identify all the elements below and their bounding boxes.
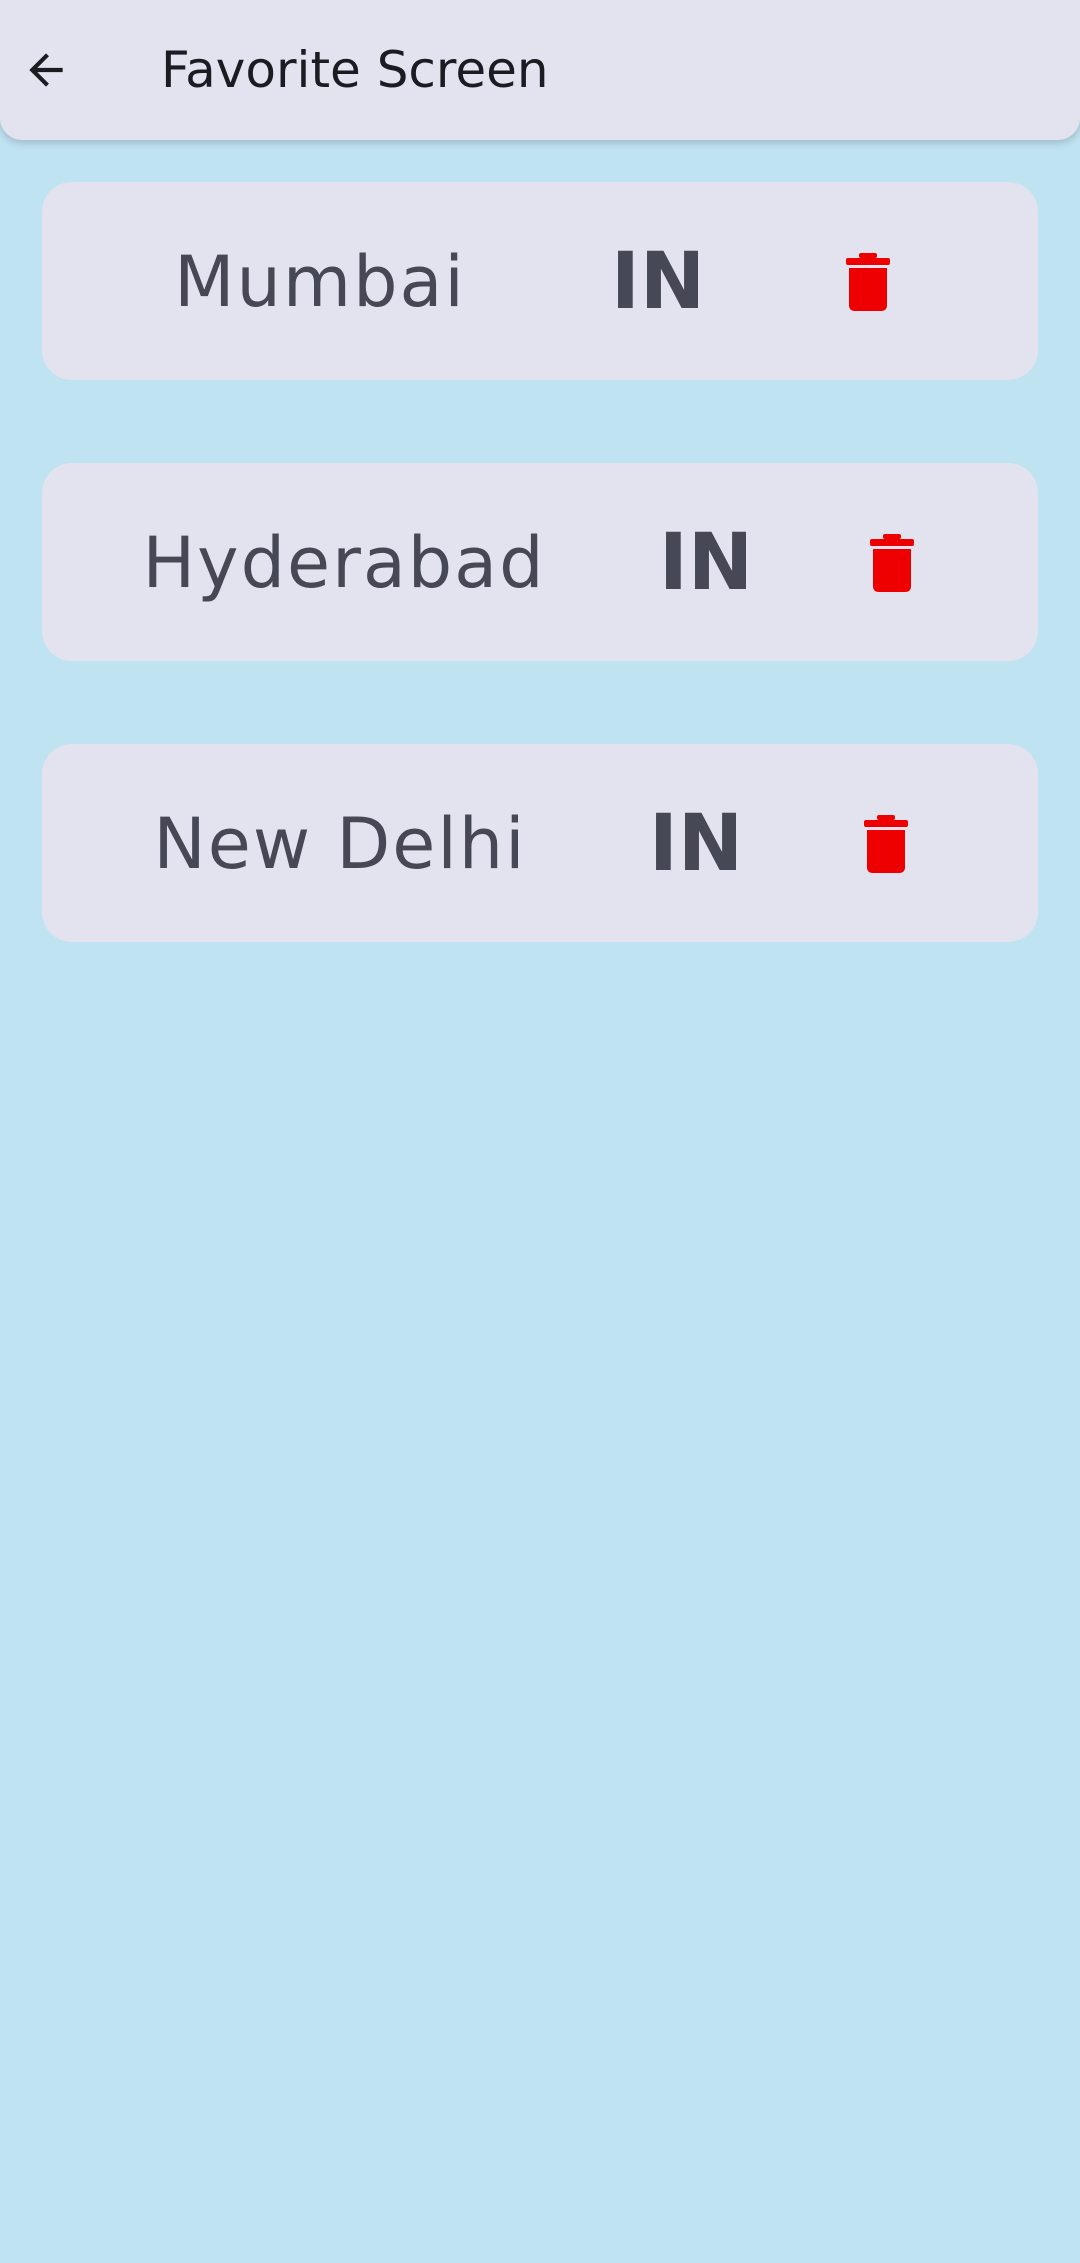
favorite-card[interactable]: Hyderabad IN xyxy=(42,463,1038,661)
app-bar: Favorite Screen xyxy=(0,0,1080,140)
city-name: Hyderabad xyxy=(142,522,546,604)
country-code: IN xyxy=(658,518,754,608)
city-name: Mumbai xyxy=(174,241,466,323)
back-button[interactable] xyxy=(12,34,80,106)
arrow-back-icon xyxy=(29,53,63,87)
favorite-card[interactable]: New Delhi IN xyxy=(42,744,1038,942)
delete-button[interactable] xyxy=(852,521,932,605)
country-code: IN xyxy=(648,799,744,889)
page-title: Favorite Screen xyxy=(161,41,549,99)
favorites-list: Mumbai IN Hyderabad IN New Delhi IN xyxy=(42,182,1038,1025)
delete-button[interactable] xyxy=(846,802,926,886)
favorite-card[interactable]: Mumbai IN xyxy=(42,182,1038,380)
city-name: New Delhi xyxy=(153,803,527,885)
trash-icon xyxy=(870,534,914,592)
trash-icon xyxy=(864,815,908,873)
trash-icon xyxy=(846,253,890,311)
delete-button[interactable] xyxy=(828,240,908,324)
country-code: IN xyxy=(610,237,706,327)
